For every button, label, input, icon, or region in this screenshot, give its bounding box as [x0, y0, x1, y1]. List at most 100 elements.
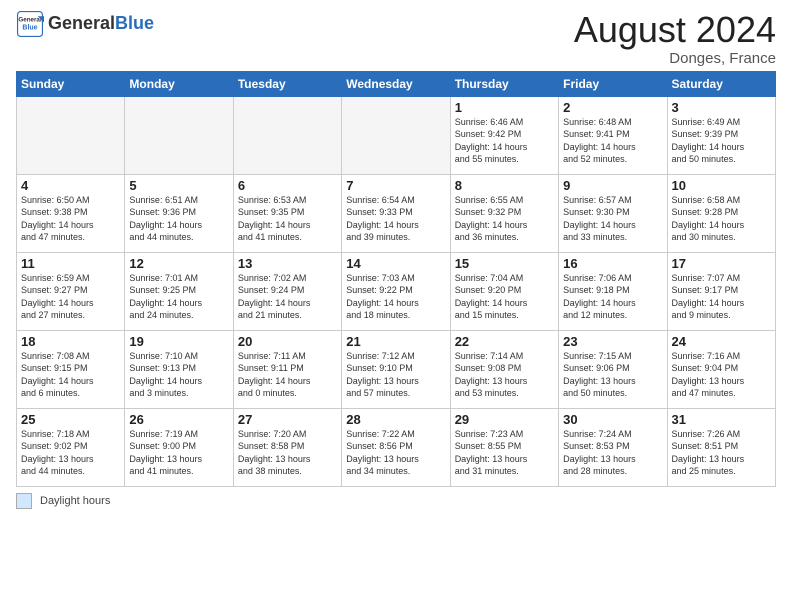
- calendar-table: SundayMondayTuesdayWednesdayThursdayFrid…: [16, 71, 776, 487]
- calendar-cell: 12Sunrise: 7:01 AM Sunset: 9:25 PM Dayli…: [125, 252, 233, 330]
- day-number: 29: [455, 412, 554, 427]
- calendar-cell: 2Sunrise: 6:48 AM Sunset: 9:41 PM Daylig…: [559, 96, 667, 174]
- day-info: Sunrise: 6:55 AM Sunset: 9:32 PM Dayligh…: [455, 194, 554, 244]
- day-info: Sunrise: 7:26 AM Sunset: 8:51 PM Dayligh…: [672, 428, 771, 478]
- day-number: 26: [129, 412, 228, 427]
- calendar-cell: 27Sunrise: 7:20 AM Sunset: 8:58 PM Dayli…: [233, 408, 341, 486]
- day-number: 3: [672, 100, 771, 115]
- calendar-cell: 23Sunrise: 7:15 AM Sunset: 9:06 PM Dayli…: [559, 330, 667, 408]
- day-info: Sunrise: 6:53 AM Sunset: 9:35 PM Dayligh…: [238, 194, 337, 244]
- day-number: 10: [672, 178, 771, 193]
- daylight-legend-label: Daylight hours: [40, 495, 110, 507]
- day-info: Sunrise: 7:01 AM Sunset: 9:25 PM Dayligh…: [129, 272, 228, 322]
- calendar-cell: 28Sunrise: 7:22 AM Sunset: 8:56 PM Dayli…: [342, 408, 450, 486]
- day-number: 22: [455, 334, 554, 349]
- calendar-week-5: 25Sunrise: 7:18 AM Sunset: 9:02 PM Dayli…: [17, 408, 776, 486]
- calendar-cell: 7Sunrise: 6:54 AM Sunset: 9:33 PM Daylig…: [342, 174, 450, 252]
- day-info: Sunrise: 6:59 AM Sunset: 9:27 PM Dayligh…: [21, 272, 120, 322]
- header: General Blue GeneralBlue August 2024 Don…: [16, 10, 776, 67]
- calendar-cell: 30Sunrise: 7:24 AM Sunset: 8:53 PM Dayli…: [559, 408, 667, 486]
- calendar-cell: 6Sunrise: 6:53 AM Sunset: 9:35 PM Daylig…: [233, 174, 341, 252]
- calendar-cell: 9Sunrise: 6:57 AM Sunset: 9:30 PM Daylig…: [559, 174, 667, 252]
- day-info: Sunrise: 6:54 AM Sunset: 9:33 PM Dayligh…: [346, 194, 445, 244]
- day-info: Sunrise: 6:46 AM Sunset: 9:42 PM Dayligh…: [455, 116, 554, 166]
- col-header-tuesday: Tuesday: [233, 71, 341, 96]
- day-info: Sunrise: 7:22 AM Sunset: 8:56 PM Dayligh…: [346, 428, 445, 478]
- svg-text:Blue: Blue: [22, 24, 37, 31]
- day-number: 25: [21, 412, 120, 427]
- calendar-cell: 3Sunrise: 6:49 AM Sunset: 9:39 PM Daylig…: [667, 96, 775, 174]
- day-info: Sunrise: 7:19 AM Sunset: 9:00 PM Dayligh…: [129, 428, 228, 478]
- col-header-friday: Friday: [559, 71, 667, 96]
- col-header-saturday: Saturday: [667, 71, 775, 96]
- day-number: 16: [563, 256, 662, 271]
- day-number: 11: [21, 256, 120, 271]
- month-title: August 2024: [574, 10, 776, 50]
- calendar-cell: 21Sunrise: 7:12 AM Sunset: 9:10 PM Dayli…: [342, 330, 450, 408]
- day-info: Sunrise: 6:57 AM Sunset: 9:30 PM Dayligh…: [563, 194, 662, 244]
- calendar-cell: [233, 96, 341, 174]
- logo: General Blue GeneralBlue: [16, 10, 154, 38]
- day-info: Sunrise: 7:08 AM Sunset: 9:15 PM Dayligh…: [21, 350, 120, 400]
- day-info: Sunrise: 7:18 AM Sunset: 9:02 PM Dayligh…: [21, 428, 120, 478]
- calendar-cell: 31Sunrise: 7:26 AM Sunset: 8:51 PM Dayli…: [667, 408, 775, 486]
- day-info: Sunrise: 7:06 AM Sunset: 9:18 PM Dayligh…: [563, 272, 662, 322]
- calendar-cell: [17, 96, 125, 174]
- day-number: 4: [21, 178, 120, 193]
- calendar-cell: 14Sunrise: 7:03 AM Sunset: 9:22 PM Dayli…: [342, 252, 450, 330]
- day-info: Sunrise: 6:49 AM Sunset: 9:39 PM Dayligh…: [672, 116, 771, 166]
- day-info: Sunrise: 7:02 AM Sunset: 9:24 PM Dayligh…: [238, 272, 337, 322]
- day-number: 9: [563, 178, 662, 193]
- calendar-cell: 25Sunrise: 7:18 AM Sunset: 9:02 PM Dayli…: [17, 408, 125, 486]
- location: Donges, France: [574, 50, 776, 67]
- title-block: August 2024 Donges, France: [574, 10, 776, 67]
- col-header-sunday: Sunday: [17, 71, 125, 96]
- calendar-cell: [342, 96, 450, 174]
- day-info: Sunrise: 7:16 AM Sunset: 9:04 PM Dayligh…: [672, 350, 771, 400]
- calendar-cell: 15Sunrise: 7:04 AM Sunset: 9:20 PM Dayli…: [450, 252, 558, 330]
- day-number: 31: [672, 412, 771, 427]
- day-info: Sunrise: 7:12 AM Sunset: 9:10 PM Dayligh…: [346, 350, 445, 400]
- calendar-cell: 22Sunrise: 7:14 AM Sunset: 9:08 PM Dayli…: [450, 330, 558, 408]
- logo-text: GeneralBlue: [48, 14, 154, 34]
- day-number: 20: [238, 334, 337, 349]
- daylight-legend-box: [16, 493, 32, 509]
- day-number: 18: [21, 334, 120, 349]
- day-number: 15: [455, 256, 554, 271]
- calendar-cell: 19Sunrise: 7:10 AM Sunset: 9:13 PM Dayli…: [125, 330, 233, 408]
- calendar-week-2: 4Sunrise: 6:50 AM Sunset: 9:38 PM Daylig…: [17, 174, 776, 252]
- day-number: 7: [346, 178, 445, 193]
- day-info: Sunrise: 6:51 AM Sunset: 9:36 PM Dayligh…: [129, 194, 228, 244]
- calendar-cell: 24Sunrise: 7:16 AM Sunset: 9:04 PM Dayli…: [667, 330, 775, 408]
- day-info: Sunrise: 7:14 AM Sunset: 9:08 PM Dayligh…: [455, 350, 554, 400]
- day-number: 5: [129, 178, 228, 193]
- day-number: 14: [346, 256, 445, 271]
- day-info: Sunrise: 6:48 AM Sunset: 9:41 PM Dayligh…: [563, 116, 662, 166]
- svg-text:General: General: [18, 17, 41, 24]
- footer: Daylight hours: [16, 493, 776, 509]
- day-number: 17: [672, 256, 771, 271]
- calendar-cell: 10Sunrise: 6:58 AM Sunset: 9:28 PM Dayli…: [667, 174, 775, 252]
- calendar-cell: 26Sunrise: 7:19 AM Sunset: 9:00 PM Dayli…: [125, 408, 233, 486]
- day-number: 23: [563, 334, 662, 349]
- day-number: 28: [346, 412, 445, 427]
- day-info: Sunrise: 7:03 AM Sunset: 9:22 PM Dayligh…: [346, 272, 445, 322]
- day-info: Sunrise: 7:20 AM Sunset: 8:58 PM Dayligh…: [238, 428, 337, 478]
- day-info: Sunrise: 7:10 AM Sunset: 9:13 PM Dayligh…: [129, 350, 228, 400]
- calendar-header-row: SundayMondayTuesdayWednesdayThursdayFrid…: [17, 71, 776, 96]
- day-info: Sunrise: 7:23 AM Sunset: 8:55 PM Dayligh…: [455, 428, 554, 478]
- calendar-week-1: 1Sunrise: 6:46 AM Sunset: 9:42 PM Daylig…: [17, 96, 776, 174]
- calendar-cell: 1Sunrise: 6:46 AM Sunset: 9:42 PM Daylig…: [450, 96, 558, 174]
- calendar-cell: 17Sunrise: 7:07 AM Sunset: 9:17 PM Dayli…: [667, 252, 775, 330]
- calendar-cell: [125, 96, 233, 174]
- day-info: Sunrise: 7:15 AM Sunset: 9:06 PM Dayligh…: [563, 350, 662, 400]
- day-number: 6: [238, 178, 337, 193]
- day-number: 30: [563, 412, 662, 427]
- col-header-monday: Monday: [125, 71, 233, 96]
- day-number: 19: [129, 334, 228, 349]
- day-number: 21: [346, 334, 445, 349]
- calendar-cell: 29Sunrise: 7:23 AM Sunset: 8:55 PM Dayli…: [450, 408, 558, 486]
- calendar-cell: 13Sunrise: 7:02 AM Sunset: 9:24 PM Dayli…: [233, 252, 341, 330]
- day-info: Sunrise: 7:04 AM Sunset: 9:20 PM Dayligh…: [455, 272, 554, 322]
- day-info: Sunrise: 6:58 AM Sunset: 9:28 PM Dayligh…: [672, 194, 771, 244]
